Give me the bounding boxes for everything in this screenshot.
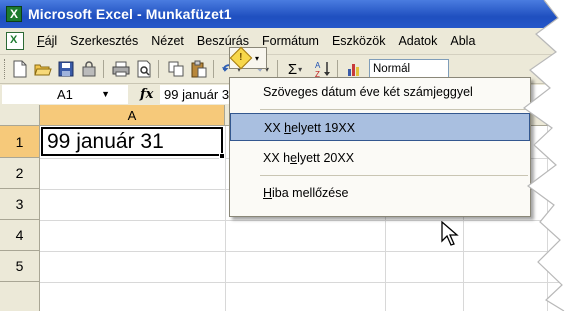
row-header-5[interactable]: 5 [0,251,40,282]
chevron-down-icon: ▾ [255,53,260,63]
menu-tools[interactable]: Eszközök [332,34,386,48]
sigma-glyph: Σ [287,60,298,78]
menu-header-text-date: Szöveges dátum éve két számjeggyel [263,85,473,99]
menu-edit[interactable]: Szerkesztés [70,34,138,48]
workbook-icon[interactable] [6,32,24,50]
gridline [225,126,226,311]
warning-icon: ! [229,46,253,70]
row-header-1[interactable]: 1 [0,126,40,158]
toolbar-separator [103,60,104,78]
autosum-icon[interactable]: Σ ▾ [285,59,305,79]
row-header-3[interactable]: 3 [0,189,40,220]
fx-icon[interactable]: fx [140,87,160,102]
menu-item-convert-19xx[interactable]: XX helyett 19XX [230,113,530,141]
select-all-corner[interactable] [0,105,40,126]
toolbar-separator [213,60,214,78]
toolbar-separator [158,60,159,78]
row-header-6[interactable] [0,282,40,311]
menu-item-ignore-error[interactable]: Hiba mellőzése [230,179,530,207]
menu-format[interactable]: Formátum [262,34,319,48]
copy-icon[interactable] [166,59,186,79]
error-smart-tag-button[interactable]: ! ▾ [229,46,267,70]
menu-item-convert-20xx[interactable]: XX helyett 20XX [230,144,530,172]
fill-handle[interactable] [219,153,225,159]
menu-data[interactable]: Adatok [398,34,437,48]
style-select[interactable]: Normál [369,59,449,79]
paste-icon[interactable] [189,59,209,79]
torn-edge-decoration [522,0,576,311]
gridline [40,251,576,252]
new-icon[interactable] [10,59,30,79]
window-title: Microsoft Excel - Munkafüzet1 [28,6,232,22]
permission-icon[interactable] [79,59,99,79]
print-preview-icon[interactable] [134,59,154,79]
row-header-4[interactable]: 4 [0,220,40,251]
excel-window: X Microsoft Excel - Munkafüzet1 Fájl Sze… [0,0,576,311]
row-header-2[interactable]: 2 [0,158,40,189]
active-cell-a1[interactable]: 99 január 31 [41,127,223,156]
menu-window[interactable]: Abla [450,34,475,48]
menu-view[interactable]: Nézet [151,34,184,48]
save-icon[interactable] [56,59,76,79]
menu-bar: Fájl Szerkesztés Nézet Beszúrás Formátum… [0,28,576,55]
name-box-value: A1 [57,87,73,102]
chevron-down-icon[interactable]: ▼ [101,85,110,104]
gridline [40,220,576,221]
excel-app-icon[interactable]: X [6,6,22,22]
svg-text:A: A [315,61,321,70]
open-icon[interactable] [33,59,53,79]
gridline [40,282,576,283]
toolbar-separator [337,60,338,78]
print-icon[interactable] [111,59,131,79]
sort-ascending-icon[interactable]: AZ [313,59,333,79]
title-bar: X Microsoft Excel - Munkafüzet1 [0,0,576,28]
chart-wizard-icon[interactable] [345,59,365,79]
toolbar-separator [277,60,278,78]
toolbar-grip[interactable] [4,59,7,79]
menu-separator [260,175,528,176]
smart-tag-menu: Szöveges dátum éve két számjeggyel XX he… [229,77,531,217]
column-header-a[interactable]: A [40,105,225,126]
mouse-cursor-icon [441,221,459,246]
name-box[interactable]: A1 ▼ [2,85,128,104]
menu-separator [260,109,528,110]
menu-file[interactable]: Fájl [37,34,57,48]
